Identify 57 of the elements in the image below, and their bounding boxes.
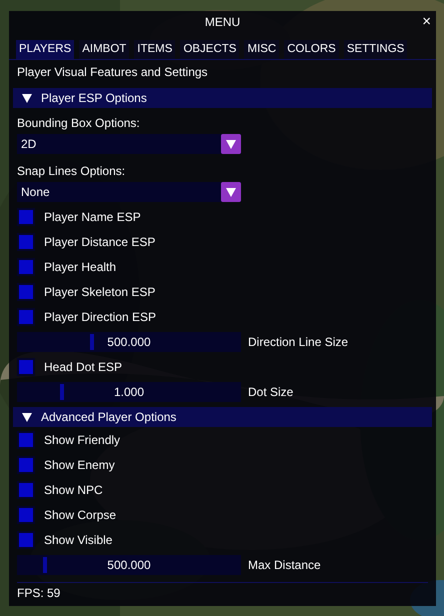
fps-counter: FPS: 59 bbox=[16, 585, 62, 602]
checkbox-label: Show Visible bbox=[44, 532, 112, 548]
checkbox[interactable] bbox=[17, 308, 35, 326]
caret-icon bbox=[226, 188, 236, 196]
checkbox[interactable] bbox=[17, 456, 35, 474]
section-header[interactable]: Advanced Player Options bbox=[13, 407, 432, 427]
checkbox-label: Head Dot ESP bbox=[44, 358, 122, 376]
checkbox-label: Show NPC bbox=[44, 482, 103, 498]
checkbox-label: Player Distance ESP bbox=[44, 234, 156, 250]
checkbox-label: Player Direction ESP bbox=[44, 308, 156, 326]
tab[interactable]: AIMBOT bbox=[79, 40, 130, 59]
dropdown-arrow-button[interactable] bbox=[221, 182, 241, 202]
triangle-icon bbox=[22, 412, 32, 422]
checkbox[interactable] bbox=[17, 480, 35, 498]
checkbox-label: Player Skeleton ESP bbox=[44, 284, 156, 300]
close-button[interactable]: × bbox=[422, 13, 431, 30]
slider[interactable]: 500.000 bbox=[17, 554, 241, 574]
tab[interactable]: ITEMS bbox=[134, 40, 176, 59]
checkbox-label: Show Enemy bbox=[44, 456, 115, 474]
checkbox[interactable] bbox=[17, 258, 35, 276]
slider[interactable]: 1.000 bbox=[17, 382, 241, 402]
checkbox[interactable] bbox=[17, 530, 35, 548]
slider-thumb[interactable] bbox=[42, 556, 47, 572]
dropdown[interactable]: 2D bbox=[17, 134, 241, 154]
slider[interactable]: 500.000 bbox=[17, 332, 241, 352]
checkbox[interactable] bbox=[17, 208, 35, 226]
field-label: Snap Lines Options: bbox=[16, 163, 126, 180]
checkbox-label: Player Health bbox=[44, 258, 116, 276]
field-label: Bounding Box Options: bbox=[16, 115, 141, 132]
description-text: Player Visual Features and Settings bbox=[16, 64, 209, 80]
slider-thumb[interactable] bbox=[90, 334, 94, 350]
tab[interactable]: PLAYERS bbox=[16, 40, 74, 59]
checkbox-label: Show Friendly bbox=[44, 432, 120, 448]
checkbox-label: Player Name ESP bbox=[44, 208, 141, 226]
tab[interactable]: COLORS bbox=[284, 40, 339, 59]
dropdown-arrow-button[interactable] bbox=[221, 134, 241, 154]
section-header[interactable]: Player ESP Options bbox=[13, 88, 432, 108]
triangle-icon bbox=[22, 94, 32, 102]
slider-value: 500.000 bbox=[107, 334, 151, 350]
dropdown[interactable]: None bbox=[17, 182, 241, 202]
checkbox[interactable] bbox=[17, 430, 35, 448]
slider-value: 500.000 bbox=[107, 556, 151, 574]
tab[interactable]: OBJECTS bbox=[180, 40, 240, 59]
window-title: MENU bbox=[204, 14, 240, 31]
checkbox-label: Show Corpse bbox=[44, 506, 116, 524]
slider-label: Dot Size bbox=[248, 384, 294, 400]
checkbox[interactable] bbox=[17, 506, 35, 524]
slider-value: 1.000 bbox=[114, 384, 144, 400]
checkbox[interactable] bbox=[17, 358, 35, 376]
tab[interactable]: MISC bbox=[244, 40, 280, 59]
slider-label: Direction Line Size bbox=[248, 334, 348, 350]
slider-label: Max Distance bbox=[248, 556, 321, 574]
checkbox[interactable] bbox=[17, 232, 35, 250]
slider-thumb[interactable] bbox=[60, 384, 64, 400]
checkbox[interactable] bbox=[17, 282, 35, 300]
tab[interactable]: SETTINGS bbox=[344, 40, 408, 59]
caret-icon bbox=[226, 140, 236, 148]
